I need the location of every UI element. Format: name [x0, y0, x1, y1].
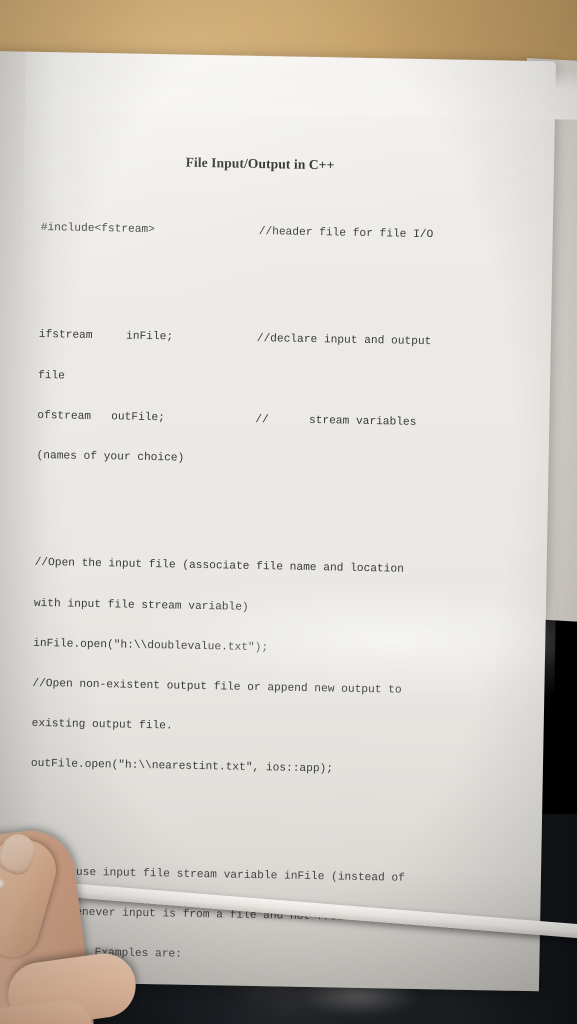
code-spacer [40, 276, 510, 298]
code-comment [254, 454, 506, 472]
code-spacer [35, 504, 505, 526]
code-line: //Open non-existent output file or appen… [32, 677, 402, 697]
photo-scene: File Input/Output in C++ #include<fstrea… [0, 0, 577, 1024]
code-lhs: ifstream inFile; [38, 329, 174, 344]
code-comment: // stream variables [255, 413, 417, 429]
code-lhs: file [37, 369, 66, 383]
code-line: //Open the input file (associate file na… [34, 557, 404, 577]
code-line: outFile.open("h:\\nearestint.txt", ios::… [30, 758, 334, 776]
code-row: (names of your choice) [36, 450, 506, 472]
code-line: inFile.open("h:\\doublevalue.txt"); [33, 637, 269, 655]
page-title: File Input/Output in C++ [185, 154, 335, 173]
code-comment: //header file for file I/O [258, 226, 434, 242]
code-row: #include<fstream> //header file for file… [41, 222, 511, 244]
code-spacer [30, 812, 500, 834]
paper-top-curl [0, 0, 577, 122]
code-lhs: (names of your choice) [36, 450, 185, 465]
code-row: ifstream inFile; //declare input and out… [39, 329, 509, 351]
code-line: existing output file. [31, 718, 173, 733]
code-lhs: ofstream outFile; [37, 409, 165, 425]
hand-holding-paper [0, 825, 184, 1024]
code-row: ofstream outFile; // stream variables [37, 410, 507, 432]
code-comment: //declare input and output [256, 333, 432, 349]
code-line: with input file stream variable) [33, 597, 249, 614]
code-row: file [38, 370, 508, 392]
code-comment [256, 374, 508, 392]
code-lhs: #include<fstream> [40, 222, 156, 237]
